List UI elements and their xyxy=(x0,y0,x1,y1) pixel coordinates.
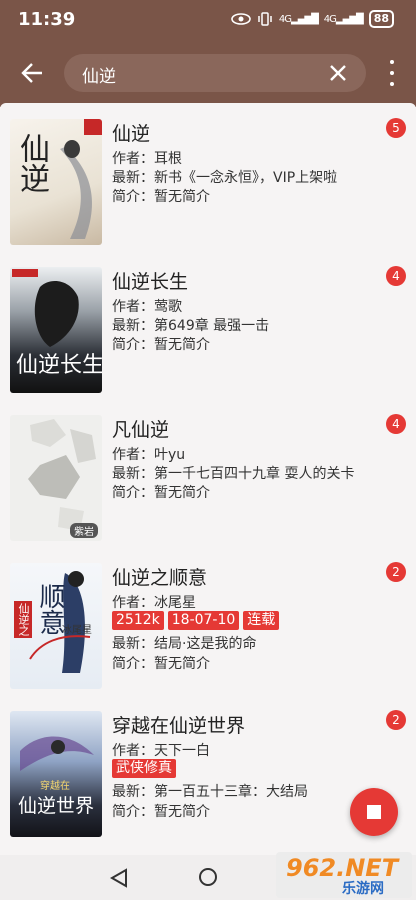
source-count-badge: 4 xyxy=(386,266,406,286)
signal-label-2: 4G xyxy=(323,13,337,25)
search-query: 仙逆 xyxy=(82,67,116,87)
book-latest: 最新：结局·这是我的命 xyxy=(112,636,257,652)
vibrate-icon xyxy=(258,12,272,26)
list-item[interactable]: 紫岩 凡仙逆 作者：叶yu 最新：第一千七百四十九章 耍人的关卡 简介：暂无简介… xyxy=(0,403,416,551)
signal-label-1: 4G xyxy=(278,13,292,25)
book-intro: 简介：暂无简介 xyxy=(112,804,210,820)
book-tags: 武侠修真 xyxy=(112,759,176,778)
more-vert-icon[interactable] xyxy=(384,60,400,86)
book-tags: 2512k 18-07-10 连载 xyxy=(112,611,280,630)
source-count-badge: 2 xyxy=(386,562,406,582)
nav-back-icon[interactable] xyxy=(110,868,128,888)
cover-art xyxy=(20,736,94,771)
stop-search-button[interactable] xyxy=(350,788,398,836)
eye-icon xyxy=(231,13,251,25)
tag-date: 18-07-10 xyxy=(167,611,240,630)
source-count-badge: 5 xyxy=(386,118,406,138)
tag-status: 连载 xyxy=(243,611,280,630)
list-item[interactable]: 仙逆 仙逆 作者：耳根 最新：新书《一念永恒》，VIP上架啦 简介：暂无简介 5 xyxy=(0,107,416,255)
cover-subtitle: 仙逆之 xyxy=(14,601,32,638)
book-latest: 最新：第一千七百四十九章 耍人的关卡 xyxy=(112,466,355,482)
cover-title: 仙逆世界 xyxy=(18,795,95,817)
cover-title: 仙逆长生 xyxy=(16,353,102,378)
close-icon[interactable] xyxy=(328,63,348,83)
battery-icon: 88 xyxy=(368,10,394,28)
book-intro: 简介：暂无简介 xyxy=(112,189,210,205)
list-item[interactable]: 仙逆之 顺意 冰尾星 仙逆之顺意 作者：冰尾星 2512k 18-07-10 连… xyxy=(0,551,416,699)
book-author: 作者：天下一白 xyxy=(112,743,210,759)
list-item[interactable]: 仙逆长生 仙逆长生 作者：莺歌 最新：第649章 最强一击 简介：暂无简介 4 xyxy=(0,255,416,403)
book-intro: 简介：暂无简介 xyxy=(112,337,210,353)
book-cover: 仙逆 xyxy=(10,119,102,245)
status-icons: 4G▂▄▆█ 4G▂▄▆█ 88 xyxy=(231,10,394,28)
cover-publisher: 紫岩 xyxy=(70,523,98,538)
watermark-subtext: 乐游网 xyxy=(342,881,384,897)
source-count-badge: 2 xyxy=(386,710,406,730)
signal-icon-2: 4G▂▄▆█ xyxy=(323,13,364,25)
back-arrow-icon[interactable] xyxy=(20,60,46,86)
signal-icon: 4G▂▄▆█ xyxy=(278,13,319,25)
book-title: 仙逆之顺意 xyxy=(112,567,208,589)
book-title: 仙逆 xyxy=(112,123,151,145)
book-intro: 简介：暂无简介 xyxy=(112,485,210,501)
book-author: 作者：叶yu xyxy=(112,447,186,463)
book-cover: 穿越在 仙逆世界 xyxy=(10,711,102,837)
book-intro: 简介：暂无简介 xyxy=(112,656,210,672)
tag-size: 2512k xyxy=(112,611,164,630)
status-bar: 11:39 4G▂▄▆█ 4G▂▄▆█ 88 xyxy=(0,0,416,40)
source-count-badge: 4 xyxy=(386,414,406,434)
tag-category: 武侠修真 xyxy=(112,759,176,778)
book-latest: 最新：第一百五十三章：大结局 xyxy=(112,784,308,800)
book-title: 穿越在仙逆世界 xyxy=(112,715,246,737)
cover-author: 冰尾星 xyxy=(62,625,92,636)
book-cover: 紫岩 xyxy=(10,415,102,541)
book-latest: 最新：新书《一念永恒》，VIP上架啦 xyxy=(112,170,338,186)
book-author: 作者：耳根 xyxy=(112,151,182,167)
search-input[interactable]: 仙逆 xyxy=(64,54,366,92)
cover-subtitle: 穿越在 xyxy=(40,781,70,792)
book-title: 凡仙逆 xyxy=(112,419,170,441)
book-cover: 仙逆之 顺意 冰尾星 xyxy=(10,563,102,689)
stop-icon xyxy=(367,805,381,819)
book-latest: 最新：第649章 最强一击 xyxy=(112,318,270,334)
watermark-logo: 962.NET 乐游网 xyxy=(276,852,412,898)
book-author: 作者：莺歌 xyxy=(112,299,182,315)
book-cover: 仙逆长生 xyxy=(10,267,102,393)
book-author: 作者：冰尾星 xyxy=(112,595,196,611)
nav-home-icon[interactable] xyxy=(199,868,217,886)
cover-title: 仙逆 xyxy=(14,133,49,193)
status-time: 11:39 xyxy=(18,9,76,30)
book-title: 仙逆长生 xyxy=(112,271,189,293)
